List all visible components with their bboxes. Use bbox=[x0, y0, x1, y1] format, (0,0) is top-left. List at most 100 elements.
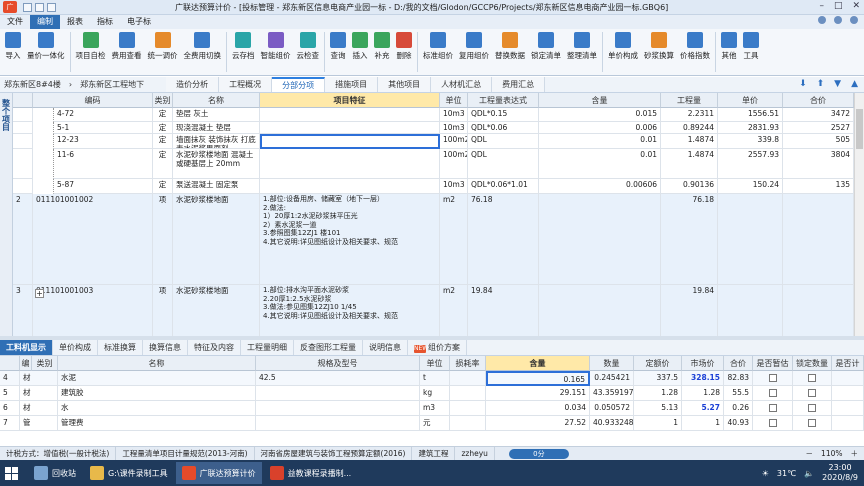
detail-tab-6[interactable]: 反查图形工程量 bbox=[294, 340, 363, 355]
project-tree-sidebar[interactable]: 整个项目 bbox=[0, 93, 13, 336]
ribbon-button-22[interactable]: 工具 bbox=[740, 29, 762, 61]
grid-header-5[interactable]: 单位 bbox=[440, 93, 468, 108]
ribbon-button-14[interactable]: 复用组价 bbox=[456, 29, 492, 61]
material-header-0[interactable] bbox=[0, 356, 20, 371]
material-header-6[interactable]: 损耗率 bbox=[450, 356, 486, 371]
grid-header-0[interactable] bbox=[13, 93, 33, 108]
ribbon-button-4[interactable]: 统一调价 bbox=[145, 29, 181, 61]
ribbon-button-8[interactable]: 云检查 bbox=[294, 29, 323, 61]
breadcrumb-building[interactable]: 郑东新区8#4楼 bbox=[0, 79, 65, 90]
minimize-icon[interactable]: – bbox=[819, 1, 824, 11]
material-cell-content[interactable]: 0.165 bbox=[486, 371, 590, 386]
menu-item-4[interactable]: 电子标 bbox=[120, 15, 158, 29]
menu-item-2[interactable]: 报表 bbox=[60, 15, 90, 29]
taskbar-item-1[interactable]: G:\课件录制工具 bbox=[84, 462, 174, 484]
grid-cell-feature[interactable] bbox=[260, 122, 440, 134]
material-cell-content[interactable]: 0.034 bbox=[486, 401, 590, 416]
breadcrumb-project[interactable]: 郑东新区工程地下 bbox=[76, 79, 148, 90]
ribbon-button-21[interactable]: 其他 bbox=[718, 29, 740, 61]
checkbox[interactable] bbox=[768, 419, 777, 427]
detail-tab-3[interactable]: 换算信息 bbox=[143, 340, 188, 355]
checkbox[interactable] bbox=[768, 404, 777, 412]
tab-5[interactable]: 人材机汇总 bbox=[431, 77, 493, 92]
move-down-icon[interactable]: ▼ bbox=[834, 79, 841, 89]
taskbar-item-0[interactable]: 回收站 bbox=[28, 462, 82, 484]
material-cell-market[interactable]: 328.15 bbox=[682, 371, 724, 386]
grid-cell-expr[interactable]: QDL bbox=[468, 134, 539, 149]
detail-tab-8[interactable]: NEW组价方案 bbox=[408, 340, 467, 355]
grid-cell-expr[interactable]: QDL bbox=[468, 149, 539, 179]
ribbon-button-1[interactable]: 量价一体化 bbox=[24, 29, 68, 61]
ribbon-button-3[interactable]: 费用查看 bbox=[109, 29, 145, 61]
material-cell-content[interactable]: 29.151 bbox=[486, 386, 590, 401]
ribbon-button-10[interactable]: 插入 bbox=[349, 29, 371, 61]
grid-cell-feature[interactable]: 1.部位:排水沟平面水泥砂浆 2.20厚1:2.5水泥砂浆 3.做法:参见图集1… bbox=[260, 285, 440, 336]
grid-scrollbar[interactable] bbox=[854, 93, 864, 336]
material-cell-content[interactable]: 27.52 bbox=[486, 416, 590, 431]
user-icon[interactable] bbox=[850, 16, 858, 24]
grid-header-6[interactable]: 工程量表达式 bbox=[468, 93, 539, 108]
windows-start-icon[interactable] bbox=[0, 462, 22, 484]
detail-tab-7[interactable]: 说明信息 bbox=[363, 340, 408, 355]
material-header-5[interactable]: 单位 bbox=[420, 356, 450, 371]
tab-6[interactable]: 费用汇总 bbox=[492, 77, 546, 92]
material-header-8[interactable]: 数量 bbox=[590, 356, 634, 371]
detail-tab-4[interactable]: 特征及内容 bbox=[188, 340, 241, 355]
grid-cell-feature[interactable] bbox=[260, 149, 440, 179]
material-header-11[interactable]: 合价 bbox=[724, 356, 753, 371]
settings-icon[interactable] bbox=[834, 16, 842, 24]
tab-2[interactable]: 分部分项 bbox=[272, 77, 326, 92]
menu-item-1[interactable]: 编制 bbox=[30, 15, 60, 29]
grid-header-1[interactable]: 编码 bbox=[33, 93, 153, 108]
tab-3[interactable]: 措施项目 bbox=[325, 77, 379, 92]
grid-cell-expr[interactable]: 19.84 bbox=[468, 285, 539, 336]
grid-cell-expr[interactable]: 76.18 bbox=[468, 194, 539, 285]
detail-tab-2[interactable]: 标准换算 bbox=[98, 340, 143, 355]
ribbon-button-5[interactable]: 全费用切换 bbox=[181, 29, 225, 61]
move-up-icon[interactable]: ▲ bbox=[851, 79, 858, 89]
grid-header-7[interactable]: 含量 bbox=[539, 93, 661, 108]
volume-icon[interactable]: 🔈 bbox=[804, 469, 814, 478]
ribbon-button-6[interactable]: 云存档 bbox=[229, 29, 258, 61]
material-cell-market[interactable]: 1.28 bbox=[682, 386, 724, 401]
material-header-2[interactable]: 类别 bbox=[32, 356, 58, 371]
material-header-13[interactable]: 锁定数量 bbox=[793, 356, 832, 371]
ribbon-button-19[interactable]: 砂浆换算 bbox=[641, 29, 677, 61]
arrow-up-icon[interactable]: ⬆ bbox=[817, 79, 825, 89]
grid-cell-feature[interactable]: 1.部位:设备用房、储藏室（地下一层） 2.做法: 1）20厚1:2水泥砂浆抹平… bbox=[260, 194, 440, 285]
grid-header-10[interactable]: 合价 bbox=[783, 93, 854, 108]
material-header-4[interactable]: 规格及型号 bbox=[256, 356, 420, 371]
tab-4[interactable]: 其他项目 bbox=[378, 77, 432, 92]
maximize-icon[interactable]: □ bbox=[834, 1, 843, 11]
grid-header-2[interactable]: 类别 bbox=[153, 93, 173, 108]
taskbar-item-3[interactable]: 益教课程录播制... bbox=[264, 462, 358, 484]
tab-0[interactable]: 造价分析 bbox=[166, 77, 220, 92]
ribbon-button-9[interactable]: 查询 bbox=[327, 29, 349, 61]
ribbon-button-20[interactable]: 价格指数 bbox=[677, 29, 713, 61]
checkbox[interactable] bbox=[808, 404, 816, 412]
material-cell-market[interactable]: 1 bbox=[682, 416, 724, 431]
grid-cell-feature[interactable] bbox=[260, 108, 440, 122]
grid-cell-expr[interactable]: QDL*0.06 bbox=[468, 122, 539, 134]
ribbon-button-2[interactable]: 项目自检 bbox=[73, 29, 109, 61]
zoom-out-icon[interactable]: － bbox=[806, 448, 814, 459]
grid-cell-expr[interactable]: QDL*0.06*1.01 bbox=[468, 179, 539, 194]
checkbox[interactable] bbox=[768, 374, 777, 382]
undo-icon[interactable] bbox=[35, 2, 44, 12]
checkbox[interactable] bbox=[768, 389, 777, 397]
material-header-10[interactable]: 市场价 bbox=[682, 356, 724, 371]
score-pill[interactable]: 0分 bbox=[508, 448, 569, 459]
arrow-down-icon[interactable]: ⬇ bbox=[799, 79, 807, 89]
close-icon[interactable]: ✕ bbox=[852, 1, 860, 11]
ribbon-button-12[interactable]: 删除 bbox=[393, 29, 415, 61]
ribbon-button-18[interactable]: 单价构成 bbox=[605, 29, 641, 61]
help-icon[interactable] bbox=[818, 16, 826, 24]
material-cell-market[interactable]: 5.27 bbox=[682, 401, 724, 416]
material-header-14[interactable]: 是否计价 bbox=[832, 356, 864, 383]
grid-header-3[interactable]: 名称 bbox=[173, 93, 260, 108]
material-header-9[interactable]: 定额价 bbox=[634, 356, 682, 371]
detail-tab-5[interactable]: 工程量明细 bbox=[241, 340, 294, 355]
ribbon-button-16[interactable]: 锁定清单 bbox=[528, 29, 564, 61]
grid-cell-expr[interactable]: QDL*0.15 bbox=[468, 108, 539, 122]
clock[interactable]: 23:00 2020/8/9 bbox=[822, 463, 858, 483]
